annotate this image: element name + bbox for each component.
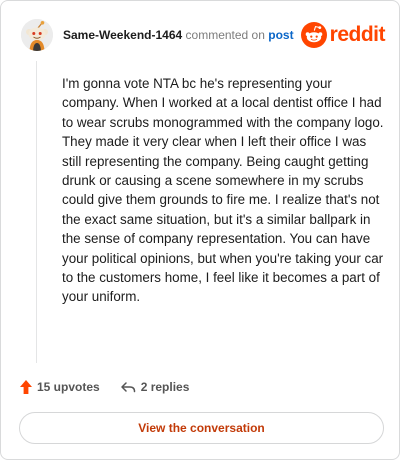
view-conversation-button[interactable]: View the conversation [19,412,384,444]
author-username[interactable]: Same-Weekend-1464 [63,28,182,42]
comment-body: I'm gonna vote NTA bc he's representing … [62,76,384,305]
upvote-button[interactable]: 15 upvotes [19,379,100,395]
snoo-avatar-icon[interactable] [21,19,53,51]
post-link[interactable]: post [268,28,293,42]
upvote-arrow-icon [20,380,32,394]
thread-line [36,61,37,363]
upvote-count: 15 upvotes [37,380,100,394]
comment-embed-card: Same-Weekend-1464 commented on post redd… [0,0,400,460]
comment-header: Same-Weekend-1464 commented on post redd… [21,19,386,51]
commented-on-text: commented on [182,28,269,42]
comment-actions: 15 upvotes 2 replies [19,377,189,397]
comment-meta: Same-Weekend-1464 commented on post [63,27,294,43]
reddit-wordmark: reddit [329,23,386,46]
reddit-snoo-icon [300,22,327,48]
replies-button[interactable]: 2 replies [120,380,190,394]
reply-count: 2 replies [140,380,190,394]
reply-arrow-icon [120,382,135,393]
reddit-logo[interactable]: reddit [300,19,386,51]
